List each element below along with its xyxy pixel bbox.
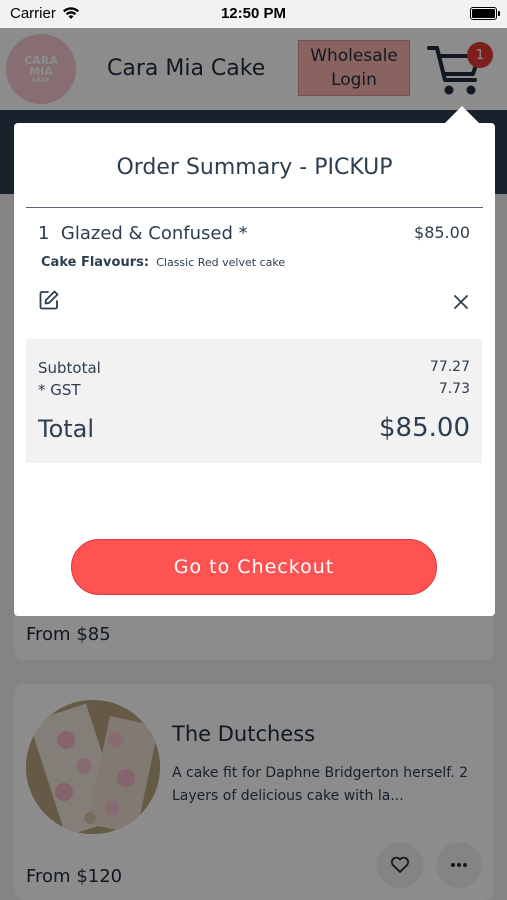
order-item-option: Cake Flavours: Classic Red velvet cake [41,255,285,270]
option-value: Classic Red velvet cake [156,256,286,269]
popover-arrow [444,106,480,124]
order-summary-popover: Order Summary - PICKUP 1 Glazed & Confus… [14,123,495,616]
total-row: Total $85.00 [38,413,470,443]
gst-label: * GST [38,381,81,399]
subtotal-value: 77.27 [429,359,470,375]
status-time: 12:50 PM [220,5,287,22]
order-item-price: $85.00 [414,223,470,242]
order-summary-title: Order Summary - PICKUP [116,155,393,180]
gst-row: * GST 7.73 [38,381,470,399]
order-item-name: 1 Glazed & Confused * [38,223,248,244]
battery-icon [470,7,500,20]
subtotal-label: Subtotal [38,359,101,377]
close-icon[interactable] [452,293,470,311]
status-bar: Carrier 12:50 PM [0,0,507,28]
subtotal-row: Subtotal 77.27 [38,359,470,377]
checkout-button[interactable]: Go to Checkout [71,539,437,595]
total-value: $85.00 [379,413,470,443]
divider [26,207,483,208]
total-label: Total [38,415,95,443]
gst-value: 7.73 [438,381,470,397]
edit-icon[interactable] [38,289,60,311]
option-label: Cake Flavours: [41,255,150,270]
totals-box: Subtotal 77.27 * GST 7.73 Total $85.00 [26,339,482,463]
